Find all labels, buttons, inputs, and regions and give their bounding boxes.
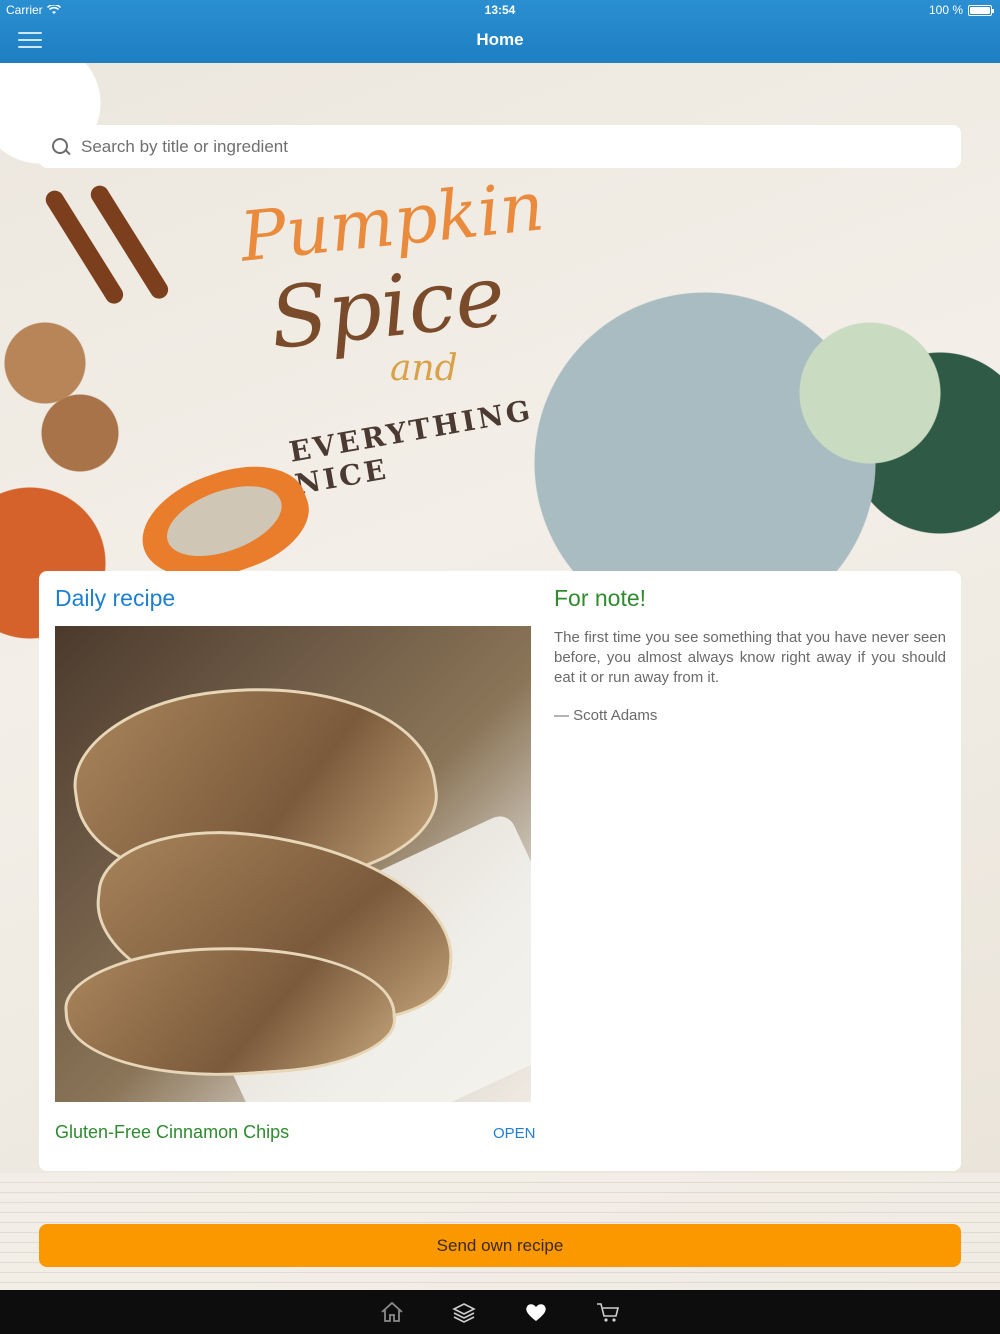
hero-lettering: Pumpkin Spice and EVERYTHING NICE xyxy=(230,163,610,501)
hero-lettering-line: and xyxy=(390,348,458,389)
recipe-name[interactable]: Gluten-Free Cinnamon Chips xyxy=(55,1122,289,1143)
home-card: Daily recipe Gluten-Free Cinnamon Chips … xyxy=(39,571,961,1171)
page-title: Home xyxy=(476,30,524,49)
battery-icon xyxy=(968,4,994,16)
battery-indicator: 100 % xyxy=(928,3,994,17)
home-icon[interactable] xyxy=(379,1300,405,1324)
open-recipe-button[interactable]: OPEN xyxy=(493,1125,536,1142)
search-icon xyxy=(51,137,71,157)
cart-icon[interactable] xyxy=(595,1300,621,1324)
recipe-image[interactable] xyxy=(55,626,531,1102)
note-heading: For note! xyxy=(554,585,647,611)
note-quote: The first time you see something that yo… xyxy=(554,629,946,686)
status-time: 13:54 xyxy=(484,3,516,17)
layers-icon[interactable] xyxy=(451,1300,477,1324)
tab-bar xyxy=(0,1290,1000,1334)
search-bar[interactable] xyxy=(39,125,961,168)
note-author: — Scott Adams xyxy=(554,707,658,724)
hero-lettering-line: EVERYTHING NICE xyxy=(286,393,536,502)
status-bar: Carrier 13:54 100 % xyxy=(0,0,1000,20)
navigation-bar: Carrier 13:54 100 % Home xyxy=(0,0,1000,63)
daily-recipe-heading: Daily recipe xyxy=(55,585,176,611)
search-input[interactable] xyxy=(81,136,941,157)
heart-icon[interactable] xyxy=(523,1300,549,1324)
battery-label: 100 % xyxy=(928,3,963,17)
send-own-recipe-button[interactable]: Send own recipe xyxy=(39,1224,961,1267)
